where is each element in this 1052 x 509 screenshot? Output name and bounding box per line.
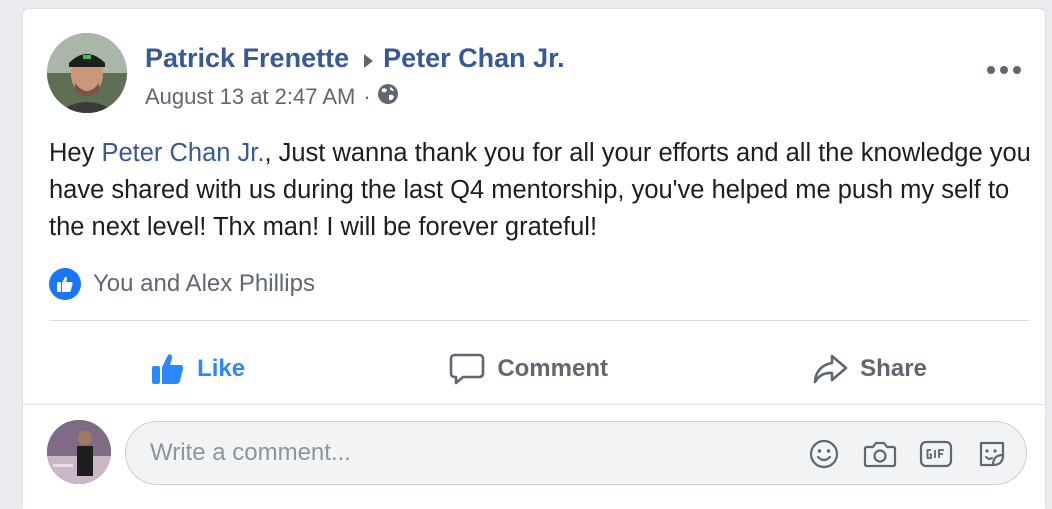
post-card: Patrick Frenette Peter Chan Jr. August 1… — [22, 8, 1046, 509]
body-greeting: Hey — [49, 139, 102, 167]
emoji-icon[interactable] — [804, 434, 844, 474]
recipient-name[interactable]: Peter Chan Jr. — [383, 43, 565, 74]
author-name[interactable]: Patrick Frenette — [145, 43, 349, 74]
reactions-summary[interactable]: You and Alex Phillips — [49, 266, 315, 302]
share-arrow-icon — [813, 354, 848, 384]
thumbs-up-icon — [152, 354, 184, 384]
post-meta: August 13 at 2:47 AM · — [145, 83, 399, 111]
more-dot-icon — [1013, 66, 1021, 74]
meta-separator: · — [363, 84, 371, 109]
like-button[interactable]: Like — [131, 344, 265, 394]
post-timestamp[interactable]: August 13 at 2:47 AM — [145, 84, 355, 110]
comment-tools — [788, 434, 1012, 474]
divider — [49, 320, 1029, 321]
comment-composer — [23, 404, 1045, 509]
more-dot-icon — [987, 66, 995, 74]
post-header: Patrick Frenette Peter Chan Jr. August 1… — [47, 33, 1027, 117]
sticker-icon[interactable] — [972, 434, 1012, 474]
speech-bubble-icon — [450, 353, 485, 385]
like-reaction-icon — [49, 268, 81, 300]
camera-icon[interactable] — [860, 434, 900, 474]
post-body: Hey Peter Chan Jr., Just wanna thank you… — [49, 135, 1039, 246]
mention-link[interactable]: Peter Chan Jr. — [101, 139, 264, 167]
gif-icon[interactable] — [916, 434, 956, 474]
more-dot-icon — [1000, 66, 1008, 74]
globe-icon[interactable] — [377, 83, 399, 111]
caret-right-icon — [361, 48, 375, 70]
comment-input[interactable] — [150, 422, 750, 484]
comment-label: Comment — [497, 355, 608, 382]
post-title: Patrick Frenette Peter Chan Jr. — [145, 43, 565, 74]
share-button[interactable]: Share — [792, 344, 947, 394]
comment-field[interactable] — [125, 421, 1027, 485]
reactions-text[interactable]: You and Alex Phillips — [93, 270, 315, 298]
share-label: Share — [860, 355, 927, 382]
comment-button[interactable]: Comment — [429, 344, 628, 394]
action-bar: Like Comment Share — [49, 329, 1029, 409]
user-avatar[interactable] — [47, 420, 111, 484]
more-options-button[interactable] — [987, 63, 1021, 77]
author-avatar[interactable] — [47, 33, 127, 113]
like-label: Like — [197, 355, 246, 382]
